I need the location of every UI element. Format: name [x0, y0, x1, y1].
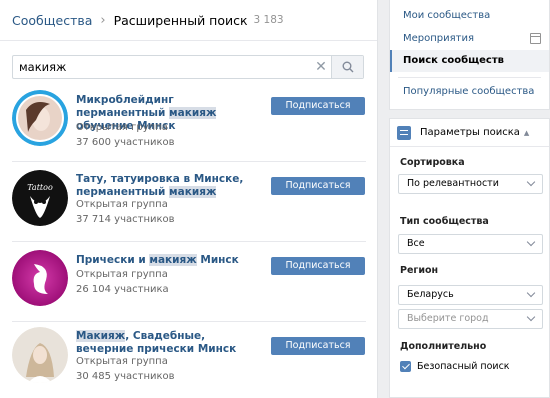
subscribe-button[interactable]: Подписаться [271, 97, 365, 115]
city-placeholder: Выберите город [407, 313, 489, 324]
search-input[interactable] [13, 56, 303, 78]
community-avatar[interactable] [12, 327, 68, 383]
nav-item-my-communities[interactable]: Мои сообщества [390, 5, 549, 27]
subscribe-button[interactable]: Подписаться [271, 257, 365, 275]
safe-search-checkbox-row[interactable]: Безопасный поиск [400, 361, 510, 372]
community-avatar[interactable] [12, 90, 68, 146]
search-button[interactable] [331, 56, 363, 78]
clear-search-icon[interactable]: ✕ [311, 57, 331, 77]
sort-label: Сортировка [400, 157, 465, 168]
search-icon [342, 61, 353, 73]
subscribe-button[interactable]: Подписаться [271, 337, 365, 355]
community-title-link[interactable]: Тату, татуировка в Минске, перманентный … [76, 173, 266, 199]
community-avatar[interactable]: Tattoo [12, 170, 68, 226]
caret-up-icon: ▲ [523, 128, 530, 137]
list-item: Tattoo Тату, татуировка в Минске, перман… [0, 162, 377, 242]
city-select[interactable]: Выберите город [398, 309, 543, 329]
region-label: Регион [400, 265, 439, 276]
nav-item-popular[interactable]: Популярные сообщества [390, 81, 549, 103]
filters-header[interactable]: Параметры поиска ▲ [390, 119, 549, 147]
community-type-select[interactable]: Все [398, 234, 543, 254]
list-item: Микроблейдинг перманентный макияж обучен… [0, 82, 377, 162]
main-panel: Сообщества › Расширенный поиск 3 183 ✕ М… [0, 0, 378, 398]
community-type: Открытая группа [76, 199, 168, 210]
country-select[interactable]: Беларусь [398, 285, 543, 305]
members-count: 37 600 участников [76, 137, 175, 148]
svg-text:Tattoo: Tattoo [27, 183, 53, 192]
community-avatar[interactable] [12, 250, 68, 306]
safe-search-checkbox[interactable] [400, 361, 411, 372]
nav-item-events-label: Мероприятия [403, 33, 474, 44]
breadcrumb-communities-link[interactable]: Сообщества [12, 13, 92, 28]
chevron-down-icon [526, 237, 536, 247]
list-item: Макияж, Свадебные, вечерние прически Мин… [0, 322, 377, 398]
chevron-down-icon [526, 177, 536, 187]
safe-search-label: Безопасный поиск [417, 361, 510, 372]
communities-nav: Мои сообщества Мероприятия Поиск сообщес… [389, 0, 550, 110]
calendar-icon [530, 33, 541, 44]
sort-value: По релевантности [407, 178, 499, 189]
breadcrumb-separator-icon: › [100, 12, 106, 28]
additional-label: Дополнительно [400, 341, 487, 352]
members-count: 37 714 участников [76, 214, 175, 225]
page-title: Расширенный поиск [113, 12, 248, 28]
members-count: 30 485 участников [76, 371, 175, 382]
community-type: Открытая группа [76, 122, 168, 133]
nav-item-events[interactable]: Мероприятия [390, 28, 549, 50]
divider [398, 77, 541, 78]
community-type: Открытая группа [76, 269, 168, 280]
filter-settings-icon [397, 125, 411, 140]
list-item: Прически и макияж Минск Открытая группа … [0, 242, 377, 322]
members-count: 26 104 участника [76, 284, 169, 295]
community-type-label: Тип сообщества [400, 216, 489, 227]
filters-title: Параметры поиска [420, 127, 520, 138]
chevron-down-icon [526, 312, 536, 322]
page-header: Сообщества › Расширенный поиск 3 183 [0, 0, 377, 41]
subscribe-button[interactable]: Подписаться [271, 177, 365, 195]
search-box: ✕ [12, 55, 364, 79]
community-title-link[interactable]: Макияж, Свадебные, вечерние прически Мин… [76, 330, 266, 356]
search-filters-panel: Параметры поиска ▲ Сортировка По релеван… [389, 118, 550, 398]
community-type: Открытая группа [76, 356, 168, 367]
results-count: 3 183 [253, 14, 284, 26]
chevron-down-icon [526, 288, 536, 298]
country-value: Беларусь [407, 289, 454, 300]
community-title-link[interactable]: Прически и макияж Минск [76, 254, 266, 267]
community-type-value: Все [407, 238, 425, 249]
sort-select[interactable]: По релевантности [398, 174, 543, 194]
nav-item-community-search[interactable]: Поиск сообществ [390, 50, 549, 72]
